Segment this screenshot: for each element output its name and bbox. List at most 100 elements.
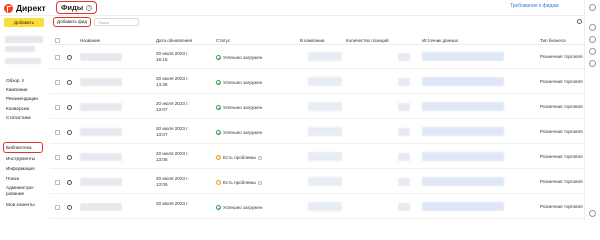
- feed-name-blurred[interactable]: [80, 78, 122, 86]
- positions-count-blurred: [398, 153, 410, 161]
- sidebar-item-recommendations[interactable]: Рекомендации: [6, 96, 38, 101]
- update-time: 14:38: [156, 82, 168, 87]
- data-source-blurred[interactable]: [422, 52, 504, 61]
- update-date: 20 июля 2023 г.: [156, 101, 189, 106]
- success-icon: [216, 80, 221, 85]
- select-all-checkbox[interactable]: [55, 38, 60, 43]
- sidebar-item-my-clients[interactable]: Мои клиенты: [6, 202, 35, 207]
- data-source-blurred[interactable]: [422, 127, 504, 136]
- column-header[interactable]: Количество позиций: [346, 38, 389, 43]
- table-row[interactable]: 20 июля 2023 г. 16:15 Успешно загружен Розн…: [50, 46, 584, 69]
- update-date: 20 июля 2023 г.: [156, 51, 189, 56]
- sidebar-item-overview[interactable]: Обзор 8: [6, 78, 24, 83]
- feed-name-blurred[interactable]: [80, 178, 122, 186]
- logo-text: Директ: [16, 3, 46, 13]
- data-source-blurred[interactable]: [422, 77, 504, 86]
- table-row[interactable]: 20 июля 2023 г. 14:38 Успешно загружен Розн…: [50, 71, 584, 94]
- sidebar-item-info[interactable]: Информация: [6, 166, 35, 171]
- positions-count-blurred: [398, 178, 410, 186]
- gear-icon[interactable]: [67, 204, 72, 210]
- feed-name-blurred[interactable]: [80, 153, 122, 161]
- status: Успешно загружен: [216, 80, 262, 85]
- search-input[interactable]: Поиск: [94, 18, 139, 26]
- table-row[interactable]: 20 июля 2023 г. 13:07 Успешно загружен Розн…: [50, 96, 584, 119]
- info-icon[interactable]: [257, 180, 262, 185]
- add-feed-button[interactable]: Добавить фид: [53, 17, 91, 27]
- add-button[interactable]: Добавить: [4, 18, 44, 27]
- lightbulb-icon[interactable]: [589, 48, 596, 55]
- notifications-icon[interactable]: [589, 36, 596, 43]
- column-header[interactable]: Название: [80, 38, 100, 43]
- account-blurred-2: [5, 46, 35, 52]
- hint-icon[interactable]: [589, 60, 596, 67]
- sidebar-item-statistics[interactable]: Статистика: [6, 115, 31, 120]
- gear-icon[interactable]: [67, 154, 72, 160]
- data-source-blurred[interactable]: [422, 177, 504, 186]
- row-checkbox[interactable]: [55, 55, 60, 60]
- column-header[interactable]: Дата обновления: [156, 38, 192, 43]
- logo[interactable]: Директ: [4, 3, 46, 13]
- status-text: Успешно загружен: [223, 80, 263, 85]
- data-source-blurred[interactable]: [422, 152, 504, 161]
- yandex-logo-icon: [4, 3, 13, 13]
- row-checkbox[interactable]: [55, 205, 60, 210]
- table-row[interactable]: 20 июля 2023 г. 13:07 Успешно загружен Розн…: [50, 121, 584, 144]
- info-icon[interactable]: [257, 155, 262, 160]
- sidebar-item-conversions[interactable]: Конверсии: [6, 106, 29, 111]
- business-type: Розничная торговля: [540, 204, 583, 209]
- status-text: Есть проблемы: [223, 155, 256, 160]
- status: Есть проблемы: [216, 155, 262, 160]
- feed-name-blurred[interactable]: [80, 128, 122, 136]
- column-header[interactable]: В кампании: [300, 38, 324, 43]
- business-type: Розничная торговля: [540, 179, 583, 184]
- update-date: 20 июля 2023 г.: [156, 76, 189, 81]
- success-icon: [216, 55, 221, 60]
- row-checkbox[interactable]: [55, 130, 60, 135]
- gear-icon[interactable]: [67, 129, 72, 135]
- positions-count-blurred: [398, 53, 410, 61]
- table-settings-icon[interactable]: [577, 19, 582, 24]
- business-type: Розничная торговля: [540, 104, 583, 109]
- status: Есть проблемы: [216, 180, 262, 185]
- right-rail: [584, 0, 600, 220]
- sidebar-item-admin[interactable]: Администри-: [6, 185, 34, 190]
- table-row[interactable]: 20 июля 2023 г.13:06 Есть проблемы Розничн…: [50, 146, 584, 169]
- feed-name-blurred[interactable]: [80, 53, 122, 61]
- data-source-blurred[interactable]: [422, 202, 504, 211]
- column-header[interactable]: Источник данных: [422, 38, 458, 43]
- data-source-blurred[interactable]: [422, 102, 504, 111]
- sidebar-item-campaigns[interactable]: Кампании: [6, 87, 28, 92]
- help-icon[interactable]: ?: [86, 4, 93, 11]
- sidebar-item-library[interactable]: Библиотека: [6, 145, 32, 150]
- chat-icon[interactable]: [589, 24, 596, 31]
- row-checkbox[interactable]: [55, 80, 60, 85]
- feed-name-blurred[interactable]: [80, 203, 122, 211]
- sidebar-item-search[interactable]: Поиск: [6, 176, 19, 181]
- row-checkbox[interactable]: [55, 180, 60, 185]
- update-time: 13:06: [156, 157, 168, 162]
- gear-icon[interactable]: [67, 79, 72, 85]
- row-checkbox[interactable]: [55, 155, 60, 160]
- column-header[interactable]: Статус: [216, 38, 230, 43]
- business-type: Розничная торговля: [540, 79, 583, 84]
- gear-icon[interactable]: [67, 179, 72, 185]
- table-row[interactable]: 20 июля 2023 г.13:06 Есть проблемы Розничн…: [50, 171, 584, 194]
- sidebar: Добавить Обзор 8 Кампании Рекомендации Ко…: [0, 16, 50, 220]
- column-header[interactable]: Тип бизнеса: [540, 38, 566, 43]
- row-checkbox[interactable]: [55, 105, 60, 110]
- business-type: Розничная торговля: [540, 54, 583, 59]
- main-content: Добавить фид Поиск Название Дата обновле…: [50, 16, 584, 220]
- feed-requirements-link[interactable]: Требования к фидам: [510, 3, 559, 9]
- gear-icon[interactable]: [67, 104, 72, 110]
- account-blurred-3: [5, 58, 41, 64]
- warning-icon: [216, 180, 221, 185]
- feed-name-blurred[interactable]: [80, 103, 122, 111]
- success-icon: [216, 205, 221, 210]
- user-icon[interactable]: [589, 4, 596, 11]
- sidebar-item-tools[interactable]: Инструменты: [6, 156, 35, 161]
- collapse-icon[interactable]: [589, 210, 596, 217]
- table-row[interactable]: 20 июля 2023 г. Успешно загружен Розничная…: [50, 196, 584, 219]
- campaign-blurred: [308, 202, 342, 211]
- gear-icon[interactable]: [67, 54, 72, 60]
- status-text: Успешно загружен: [223, 55, 263, 60]
